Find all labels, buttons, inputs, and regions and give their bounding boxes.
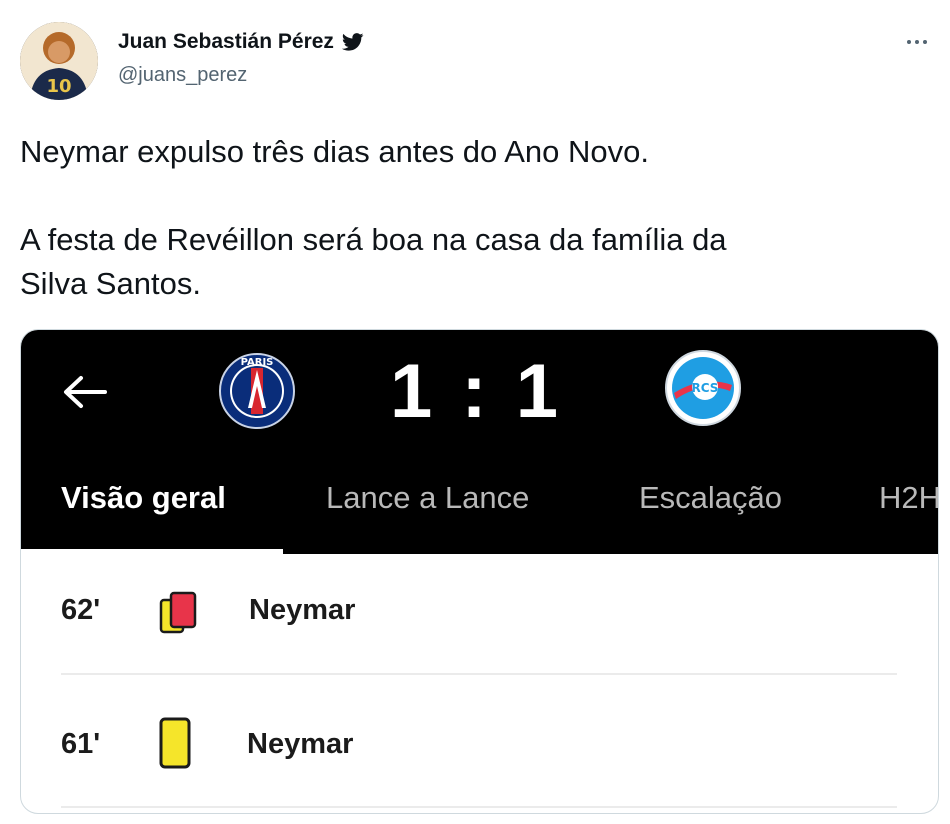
event-row[interactable]: 61' Neymar <box>21 676 938 796</box>
tweet-media-image[interactable]: PARIS 1 : 1 RCS Visão geral Lance a Lanc… <box>20 329 939 814</box>
tab-overview[interactable]: Visão geral <box>61 480 226 516</box>
tweet-paragraph-2-line-1: A festa de Revéillon será boa na casa da… <box>20 222 727 257</box>
strasbourg-crest-icon[interactable]: RCS <box>664 349 742 427</box>
event-row[interactable]: 62' Neymar <box>21 554 938 674</box>
rcs-crest-text: RCS <box>692 381 719 395</box>
psg-crest-text: PARIS <box>241 357 274 368</box>
more-options-icon[interactable] <box>900 30 934 54</box>
tab-play-by-play[interactable]: Lance a Lance <box>326 480 529 516</box>
author-name-row[interactable]: Juan Sebastián Pérez <box>118 30 364 54</box>
row-divider <box>61 806 897 808</box>
more-dot <box>907 40 911 44</box>
tweet: 10 Juan Sebastián Pérez @juans_perez Ney… <box>0 0 950 824</box>
row-divider <box>61 673 897 675</box>
more-dot <box>923 40 927 44</box>
avatar-image: 10 <box>20 22 98 100</box>
more-dot <box>915 40 919 44</box>
tab-lineups[interactable]: Escalação <box>639 480 782 516</box>
match-score: 1 : 1 <box>389 349 563 434</box>
match-tabs: Visão geral Lance a Lance Escalação H2H <box>21 480 938 526</box>
event-minute: 62' <box>61 594 101 626</box>
author-display-name[interactable]: Juan Sebastián Pérez <box>118 30 334 54</box>
event-minute: 61' <box>61 728 101 760</box>
event-player: Neymar <box>247 728 354 760</box>
svg-text:10: 10 <box>46 76 71 97</box>
psg-crest-icon[interactable]: PARIS <box>218 352 296 430</box>
match-header: PARIS 1 : 1 RCS Visão geral Lance a Lanc… <box>21 330 938 554</box>
avatar[interactable]: 10 <box>20 22 98 100</box>
author-handle[interactable]: @juans_perez <box>118 64 247 87</box>
second-yellow-red-card-icon <box>159 591 197 634</box>
back-arrow-icon[interactable] <box>61 374 107 410</box>
tweet-paragraph-1: Neymar expulso três dias antes do Ano No… <box>20 134 649 169</box>
twitter-bird-icon <box>341 33 364 51</box>
event-player: Neymar <box>249 594 356 626</box>
tweet-text: Neymar expulso três dias antes do Ano No… <box>20 130 920 306</box>
tweet-paragraph-2-line-2: Silva Santos. <box>20 266 201 301</box>
yellow-card-icon <box>159 717 191 769</box>
tab-h2h[interactable]: H2H <box>879 480 938 516</box>
